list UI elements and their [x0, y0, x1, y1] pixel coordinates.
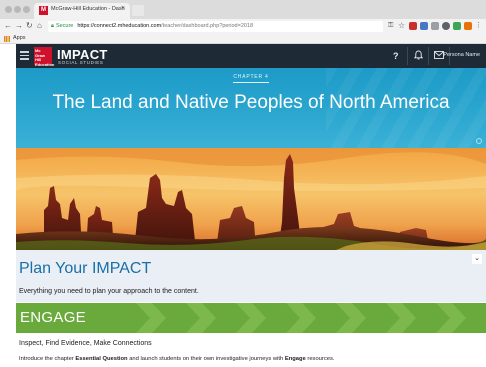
window-minimize-icon[interactable]	[14, 6, 21, 13]
engage-description-text: resources.	[305, 356, 335, 362]
browser-tab[interactable]: M McGraw-Hill Education - Dash ×	[34, 3, 130, 19]
url-field[interactable]: 🔒︎ Secure https://connect2.mheducation.com…	[48, 21, 383, 32]
monument-valley-landscape-image	[16, 148, 486, 250]
apps-bookmark[interactable]: Apps	[13, 35, 26, 41]
engage-title: ENGAGE	[20, 309, 86, 326]
header-divider	[428, 47, 429, 65]
forward-arrow-icon[interactable]: →	[15, 21, 23, 31]
mcgraw-hill-logo: Mc Graw Hill Education	[34, 47, 55, 67]
engage-description: Introduce the chapter Essential Question…	[19, 356, 334, 362]
extension-orange-icon[interactable]	[464, 22, 472, 30]
url-path: /teacher/dashboard.php?period=2018	[161, 23, 254, 29]
tab-close-icon[interactable]: ×	[121, 5, 125, 12]
user-name-menu[interactable]: Persona Name	[443, 52, 480, 58]
engage-description-text: Introduce the chapter	[19, 356, 76, 362]
engage-description-text: and launch students on their own investi…	[127, 356, 285, 362]
help-icon[interactable]: ?	[393, 50, 399, 62]
essential-question-link: Essential Question	[75, 356, 128, 362]
plan-section: Plan Your IMPACT ⌄ Everything you need t…	[16, 250, 486, 302]
new-tab-button[interactable]	[132, 5, 144, 16]
bookmark-star-icon[interactable]: ☆	[398, 21, 405, 31]
extension-grid-icon[interactable]	[431, 22, 439, 30]
url-host: https://connect2.mheducation.com	[77, 23, 162, 29]
chevron-down-icon[interactable]: ⌄	[472, 254, 482, 264]
mcgraw-hill-favicon-icon: M	[39, 6, 48, 15]
engage-banner[interactable]: ENGAGE	[16, 303, 486, 333]
window-maximize-icon[interactable]	[23, 6, 30, 13]
plan-title: Plan Your IMPACT	[19, 260, 152, 277]
browser-menu-icon[interactable]: ⋮	[475, 21, 482, 31]
hamburger-menu-icon[interactable]	[20, 51, 29, 60]
engage-chevron-pattern	[136, 303, 466, 333]
secure-label: Secure	[55, 23, 74, 29]
home-icon[interactable]: ⌂	[37, 21, 42, 31]
browser-tab-bar: M McGraw-Hill Education - Dash ×	[0, 0, 486, 19]
chapter-underline	[233, 82, 269, 83]
reload-icon[interactable]: ↻	[26, 21, 33, 31]
address-bar-row: ← → ↻ ⌂ 🔒︎ Secure https://connect2.mheduca…	[0, 19, 486, 34]
apps-grid-icon[interactable]	[4, 36, 10, 42]
extension-circle-icon[interactable]	[442, 22, 450, 30]
notification-bell-icon[interactable]	[413, 50, 424, 63]
plan-subtitle: Everything you need to plan your approac…	[19, 288, 199, 295]
hero-info-icon	[476, 138, 482, 144]
chapter-title: The Land and Native Peoples of North Ame…	[52, 92, 450, 113]
engage-resources-link: Engage	[284, 356, 306, 362]
key-icon[interactable]: ⚿	[388, 21, 393, 31]
chapter-hero-banner: CHAPTER 4 The Land and Native Peoples of…	[16, 68, 486, 148]
tab-title: McGraw-Hill Education - Dash	[51, 6, 125, 12]
header-divider	[407, 47, 408, 65]
extension-docs-icon[interactable]	[420, 22, 428, 30]
engage-heading: Inspect, Find Evidence, Make Connections	[19, 340, 152, 347]
extension-shield-icon[interactable]	[409, 22, 417, 30]
extension-green-icon[interactable]	[453, 22, 461, 30]
app-header: Mc Graw Hill Education IMPACT SOCIAL STU…	[16, 44, 486, 68]
bookmarks-bar: Apps	[0, 34, 486, 44]
back-arrow-icon[interactable]: ←	[4, 21, 12, 31]
lock-icon: 🔒︎	[51, 23, 54, 29]
chapter-label: CHAPTER 4	[233, 74, 269, 80]
window-close-icon[interactable]	[5, 6, 12, 13]
impact-brand-subtitle: SOCIAL STUDIES	[58, 60, 104, 65]
